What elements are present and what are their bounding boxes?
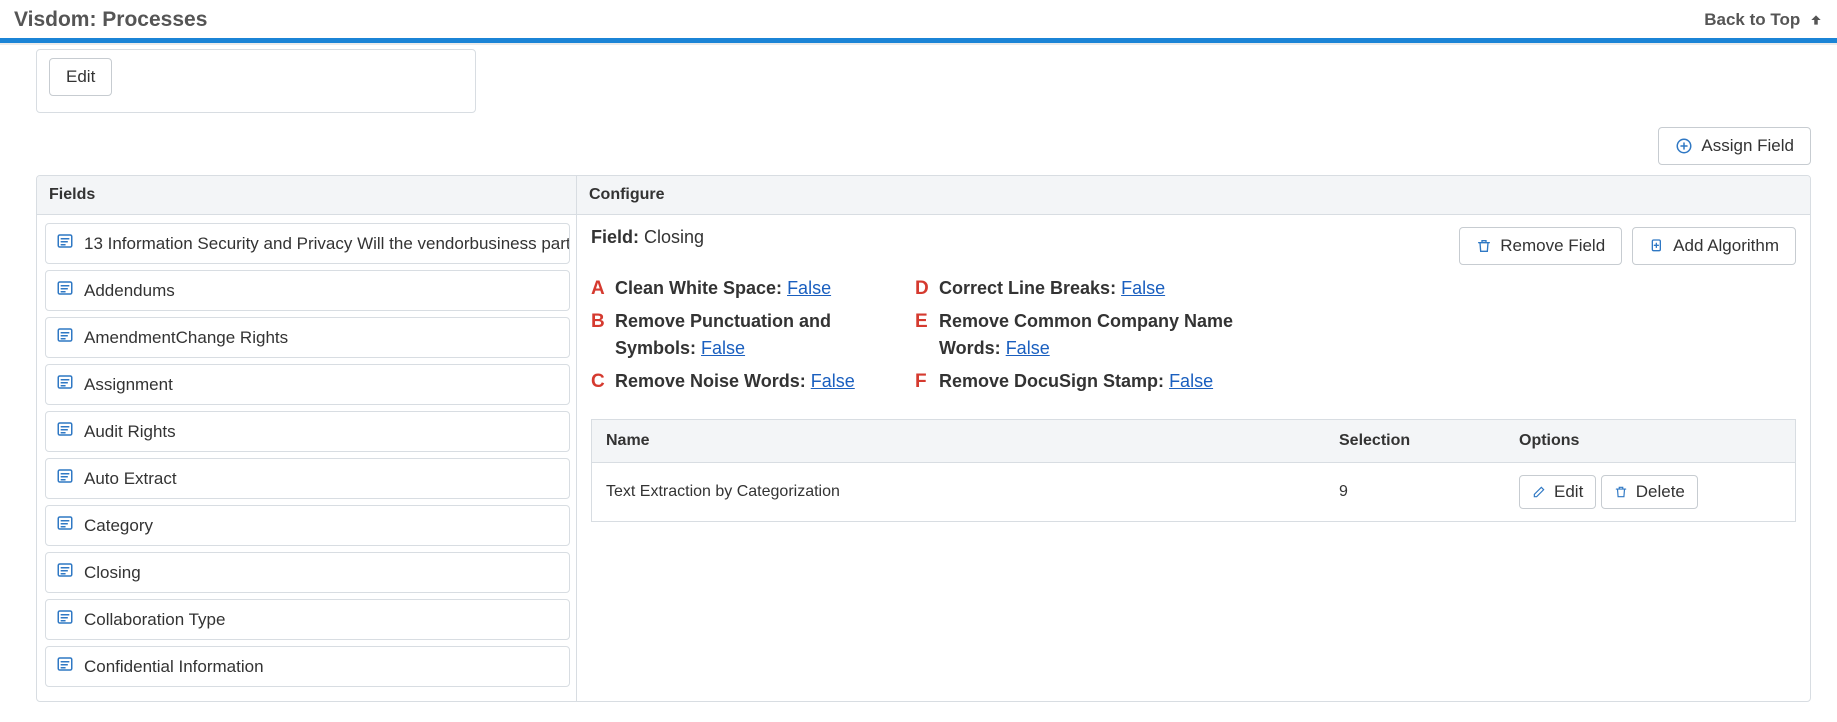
field-item-label: 13 Information Security and Privacy Will… bbox=[84, 234, 570, 254]
algo-header-selection: Selection bbox=[1325, 420, 1505, 462]
fields-panel: Fields 13 Information Security and Priva… bbox=[37, 176, 577, 701]
option-letter: F bbox=[915, 368, 927, 397]
pencil-icon bbox=[1532, 485, 1546, 499]
field-icon bbox=[56, 655, 74, 678]
option-letter: C bbox=[591, 368, 605, 397]
field-icon bbox=[56, 279, 74, 302]
option-letter: B bbox=[591, 308, 605, 337]
trash-icon bbox=[1476, 238, 1492, 254]
field-item[interactable]: Auto Extract bbox=[45, 458, 570, 499]
field-item[interactable]: Addendums bbox=[45, 270, 570, 311]
option-letter: E bbox=[915, 308, 928, 337]
option-toggle-link[interactable]: False bbox=[1006, 338, 1050, 358]
trash-icon bbox=[1614, 485, 1628, 499]
field-icon bbox=[56, 467, 74, 490]
arrow-up-icon bbox=[1809, 13, 1823, 27]
algo-header-options: Options bbox=[1505, 420, 1795, 462]
plus-icon bbox=[1675, 137, 1693, 155]
field-icon bbox=[56, 608, 74, 631]
algo-selection-cell: 9 bbox=[1325, 471, 1505, 513]
remove-field-label: Remove Field bbox=[1500, 236, 1605, 256]
field-item[interactable]: AmendmentChange Rights bbox=[45, 317, 570, 358]
option-clean-white-space: A Clean White Space: False bbox=[591, 275, 891, 302]
option-toggle-link[interactable]: False bbox=[811, 371, 855, 391]
field-item-label: Assignment bbox=[84, 375, 173, 395]
field-icon bbox=[56, 232, 74, 255]
field-icon bbox=[56, 420, 74, 443]
option-toggle-link[interactable]: False bbox=[1121, 278, 1165, 298]
field-item-label: AmendmentChange Rights bbox=[84, 328, 288, 348]
add-doc-icon bbox=[1649, 238, 1665, 254]
page-title: Visdom: Processes bbox=[14, 8, 207, 32]
option-remove-noise-words: C Remove Noise Words: False bbox=[591, 368, 891, 395]
field-icon bbox=[56, 373, 74, 396]
algo-delete-button[interactable]: Delete bbox=[1601, 475, 1698, 509]
configure-field-value: Closing bbox=[644, 227, 704, 247]
configure-panel-header: Configure bbox=[577, 176, 1810, 215]
configure-field-label: Field: bbox=[591, 227, 639, 247]
remove-field-button[interactable]: Remove Field bbox=[1459, 227, 1622, 265]
field-icon bbox=[56, 326, 74, 349]
algorithm-table: Name Selection Options Text Extraction b… bbox=[591, 419, 1796, 522]
option-label: Clean White Space: bbox=[615, 278, 782, 298]
fields-panel-header: Fields bbox=[37, 176, 576, 215]
field-item[interactable]: Confidential Information bbox=[45, 646, 570, 687]
field-item[interactable]: 13 Information Security and Privacy Will… bbox=[45, 223, 570, 264]
field-item[interactable]: Closing bbox=[45, 552, 570, 593]
field-item-label: Confidential Information bbox=[84, 657, 264, 677]
field-item[interactable]: Assignment bbox=[45, 364, 570, 405]
algo-delete-label: Delete bbox=[1636, 482, 1685, 502]
back-to-top-label: Back to Top bbox=[1704, 10, 1800, 29]
table-row: Text Extraction by Categorization9Edit D… bbox=[592, 463, 1795, 521]
algo-edit-label: Edit bbox=[1554, 482, 1583, 502]
option-label: Remove DocuSign Stamp: bbox=[939, 371, 1164, 391]
edit-card: Edit bbox=[36, 49, 476, 113]
field-item-label: Addendums bbox=[84, 281, 175, 301]
field-icon bbox=[56, 514, 74, 537]
algo-header-name: Name bbox=[592, 420, 1325, 462]
option-letter: D bbox=[915, 275, 929, 304]
configure-field-line: Field: Closing bbox=[591, 227, 704, 248]
option-remove-company-words: E Remove Common Company Name Words: Fals… bbox=[915, 308, 1275, 362]
algo-edit-button[interactable]: Edit bbox=[1519, 475, 1596, 509]
option-label: Correct Line Breaks: bbox=[939, 278, 1116, 298]
algo-options-cell: Edit Delete bbox=[1505, 463, 1795, 521]
field-item-label: Category bbox=[84, 516, 153, 536]
field-item-label: Audit Rights bbox=[84, 422, 176, 442]
add-algorithm-label: Add Algorithm bbox=[1673, 236, 1779, 256]
assign-field-label: Assign Field bbox=[1701, 136, 1794, 156]
back-to-top-link[interactable]: Back to Top bbox=[1704, 10, 1823, 30]
option-toggle-link[interactable]: False bbox=[787, 278, 831, 298]
field-icon bbox=[56, 561, 74, 584]
field-item[interactable]: Audit Rights bbox=[45, 411, 570, 452]
field-item[interactable]: Category bbox=[45, 505, 570, 546]
field-item-label: Closing bbox=[84, 563, 141, 583]
edit-button[interactable]: Edit bbox=[49, 58, 112, 96]
option-label: Remove Common Company Name Words: bbox=[939, 311, 1233, 358]
option-letter: A bbox=[591, 275, 605, 304]
field-item-label: Collaboration Type bbox=[84, 610, 225, 630]
option-correct-line-breaks: D Correct Line Breaks: False bbox=[915, 275, 1275, 302]
field-item[interactable]: Collaboration Type bbox=[45, 599, 570, 640]
option-toggle-link[interactable]: False bbox=[701, 338, 745, 358]
add-algorithm-button[interactable]: Add Algorithm bbox=[1632, 227, 1796, 265]
option-toggle-link[interactable]: False bbox=[1169, 371, 1213, 391]
configure-panel: Configure Field: Closing Remove Field bbox=[577, 176, 1810, 701]
edit-button-label: Edit bbox=[66, 67, 95, 87]
option-label: Remove Noise Words: bbox=[615, 371, 806, 391]
assign-field-button[interactable]: Assign Field bbox=[1658, 127, 1811, 165]
option-remove-docusign-stamp: F Remove DocuSign Stamp: False bbox=[915, 368, 1275, 395]
algo-name-cell: Text Extraction by Categorization bbox=[592, 471, 1325, 513]
field-item-label: Auto Extract bbox=[84, 469, 177, 489]
option-remove-punctuation: B Remove Punctuation and Symbols: False bbox=[591, 308, 891, 362]
